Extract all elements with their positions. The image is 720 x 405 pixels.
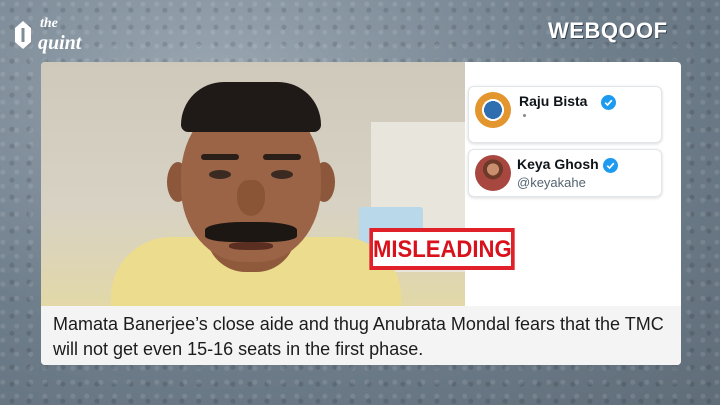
- man-left-brow: [201, 154, 239, 160]
- logo-text-the: the: [40, 16, 58, 31]
- tweet-author-name: Keya Ghosh: [517, 156, 599, 172]
- the-quint-logo: the quint: [14, 12, 100, 56]
- man-left-eye: [209, 170, 231, 179]
- verified-badge-icon: [603, 158, 618, 173]
- quint-mark-icon: [15, 21, 31, 49]
- verified-badge-icon: [601, 95, 616, 110]
- man-right-eye: [271, 170, 293, 179]
- claim-caption: Mamata Banerjee’s close aide and thug An…: [41, 306, 681, 365]
- man-nose: [237, 180, 265, 216]
- tweet-author-handle: @keyakahe: [517, 175, 586, 190]
- party-emblem-icon: [475, 92, 511, 128]
- tweet-card-raju-bista[interactable]: Raju Bista: [468, 86, 662, 143]
- fact-check-card: Raju Bista Keya Ghosh @keyakahe MISLEADI…: [41, 62, 681, 365]
- misleading-verdict-stamp: MISLEADING: [369, 228, 515, 270]
- man-right-brow: [263, 154, 301, 160]
- tweet-handle-placeholder: [523, 114, 526, 117]
- logo-text-quint: quint: [38, 32, 82, 54]
- man-mouth: [229, 242, 273, 250]
- tweet-card-keya-ghosh[interactable]: Keya Ghosh @keyakahe: [468, 149, 662, 197]
- tweet-author-name: Raju Bista: [519, 93, 588, 109]
- man-mustache: [205, 222, 297, 242]
- man-hair: [181, 82, 321, 132]
- webqoof-logo: WEBQOOF: [548, 18, 668, 43]
- profile-photo-icon: [475, 155, 511, 191]
